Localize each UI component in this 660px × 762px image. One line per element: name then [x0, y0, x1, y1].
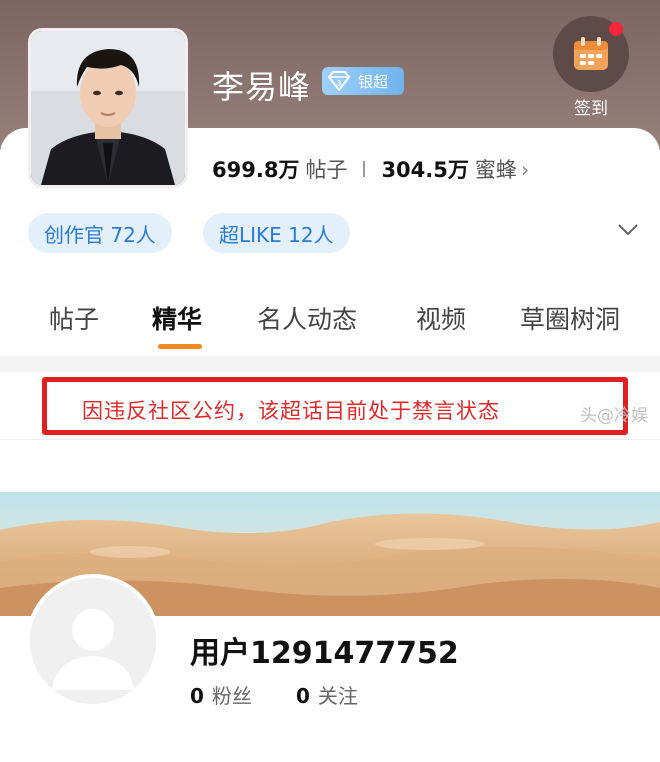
fans-count[interactable]: 304.5万	[381, 154, 468, 184]
badge-label: 银超	[358, 72, 389, 91]
svg-text:3: 3	[337, 79, 342, 88]
username: 用户1291477752	[190, 636, 459, 671]
watermark: 头@冷娱	[580, 406, 648, 426]
topic-stats: 699.8万 帖子 304.5万 蜜蜂 ›	[212, 154, 529, 184]
tab-videos[interactable]: 视频	[416, 300, 466, 336]
section-divider	[0, 356, 660, 372]
default-avatar-icon[interactable]	[26, 574, 160, 708]
following-stat[interactable]: 0 关注	[296, 680, 358, 709]
level-badge[interactable]: 3 银超	[322, 67, 404, 95]
creator-chip[interactable]: 创作官 72人	[28, 213, 172, 253]
followers-count: 0	[190, 684, 204, 708]
tab-posts[interactable]: 帖子	[49, 300, 99, 336]
followers-stat[interactable]: 0 粉丝	[190, 680, 252, 709]
chevron-right-icon[interactable]: ›	[521, 158, 529, 182]
fans-label[interactable]: 蜜蜂	[475, 154, 517, 184]
stats-divider	[363, 161, 366, 177]
superlike-chip[interactable]: 超LIKE 12人	[203, 213, 350, 253]
active-tab-indicator	[158, 344, 202, 349]
diamond-level-icon: 3	[322, 67, 356, 95]
following-count: 0	[296, 684, 310, 708]
tab-featured[interactable]: 精华	[152, 300, 202, 336]
topic-title: 李易峰	[212, 68, 312, 106]
chevron-down-icon[interactable]	[617, 222, 639, 241]
tab-treehole[interactable]: 草圈树洞	[520, 300, 620, 336]
tab-celebrity-updates[interactable]: 名人动态	[257, 300, 357, 336]
notification-dot	[609, 22, 623, 36]
ban-notice: 因违反社区公约，该超话目前处于禁言状态	[82, 399, 500, 423]
posts-count: 699.8万	[212, 158, 300, 182]
topic-avatar[interactable]	[28, 28, 188, 188]
posts-label: 帖子	[305, 158, 348, 182]
following-label: 关注	[317, 684, 358, 708]
calendar-icon	[574, 37, 608, 70]
followers-label: 粉丝	[211, 684, 252, 708]
checkin-label[interactable]: 签到	[560, 94, 622, 119]
